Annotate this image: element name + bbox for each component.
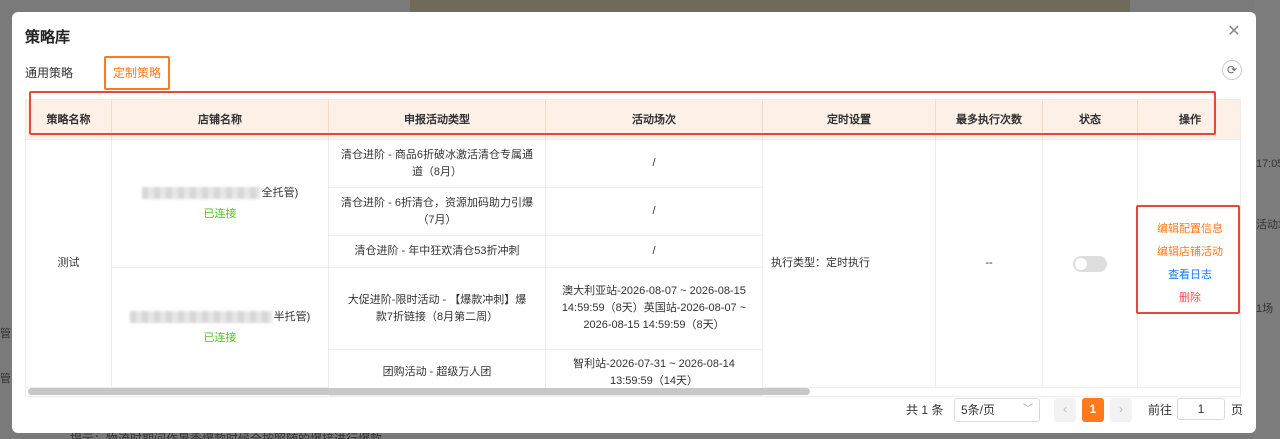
background-session-text: 活动场 <box>1256 219 1280 231</box>
schedule-cell: 执行类型：定时执行 <box>763 140 936 388</box>
activity-type-cell: 大促进阶-限时活动 - 【爆款冲刺】爆款7折链接（8月第二周） <box>329 268 546 350</box>
goto-label: 前往 <box>1148 403 1173 417</box>
activity-session-cell: / <box>546 236 763 268</box>
activity-type-cell: 清仓进阶 - 年中狂欢清仓53折冲刺 <box>329 236 546 268</box>
refresh-icon[interactable]: ⟳ <box>1222 60 1242 80</box>
table-header: 策略名称 店铺名称 申报活动类型 活动场次 定时设置 最多执行次数 状态 操作 <box>26 100 1240 140</box>
column-header-actions: 操作 <box>1179 114 1201 126</box>
strategy-table: 策略名称 店铺名称 申报活动类型 活动场次 定时设置 最多执行次数 状态 操作 … <box>25 99 1241 397</box>
status-cell <box>1043 140 1138 388</box>
close-icon[interactable]: ✕ <box>1226 24 1242 40</box>
chevron-down-icon: ﹀ <box>1023 404 1033 415</box>
goto-page-input[interactable] <box>1177 398 1225 420</box>
activity-type-cell: 清仓进阶 - 商品6折破冰激活清仓专属通道（8月） <box>329 140 546 188</box>
current-page-button[interactable]: 1 <box>1082 398 1104 422</box>
max-runs-cell: -- <box>936 140 1043 388</box>
background-left-text: 管 <box>0 373 11 385</box>
page-size-value: 5条/页 <box>961 403 996 417</box>
page-size-select[interactable]: 5条/页 ﹀ <box>954 398 1040 422</box>
shop-name: 全托管) <box>141 185 299 202</box>
goto-unit: 页 <box>1231 403 1244 417</box>
status-toggle[interactable] <box>1073 255 1107 272</box>
column-header-schedule: 定时设置 <box>763 100 936 140</box>
background-time-text: 17:05 <box>1256 158 1280 170</box>
modal-title: 策略库 <box>25 29 71 46</box>
column-header-shop-name: 店铺名称 <box>112 100 329 140</box>
shop-cell: 全托管) 已连接 <box>112 140 329 268</box>
activity-type-cell: 清仓进阶 - 6折清仓，资源加码助力引爆（7月） <box>329 188 546 236</box>
strategy-name-cell: 测试 <box>26 140 112 388</box>
next-page-button[interactable]: › <box>1110 398 1132 422</box>
activity-session-cell: / <box>546 188 763 236</box>
horizontal-scrollbar[interactable] <box>28 388 810 395</box>
redacted-shop-name <box>129 311 272 323</box>
activity-session-cell: 澳大利亚站-2026-08-07 ~ 2026-08-15 14:59:59（8… <box>546 268 763 350</box>
shop-name: 半托管) <box>129 309 311 326</box>
background-count-text: 1场 <box>1256 303 1274 315</box>
tab-general-strategy[interactable]: 通用策略 <box>25 56 85 90</box>
shop-connection-status: 已连接 <box>203 207 237 220</box>
edit-config-link[interactable]: 编辑配置信息 <box>1157 221 1223 238</box>
shop-connection-status: 已连接 <box>203 331 237 344</box>
view-log-link[interactable]: 查看日志 <box>1168 267 1212 284</box>
column-header-activity-session: 活动场次 <box>546 100 763 140</box>
edit-shop-activity-link[interactable]: 编辑店铺活动 <box>1157 244 1223 261</box>
pagination-total: 共 1 条 <box>906 403 944 417</box>
shop-name-suffix: 全托管) <box>261 186 299 199</box>
column-header-activity-type: 申报活动类型 <box>329 100 546 140</box>
redacted-shop-name <box>141 187 260 199</box>
column-header-max-runs: 最多执行次数 <box>936 100 1043 140</box>
prev-page-button[interactable]: ‹ <box>1054 398 1076 422</box>
activity-session-cell: / <box>546 140 763 188</box>
column-header-status: 状态 <box>1043 100 1138 140</box>
shop-name-suffix: 半托管) <box>273 310 311 323</box>
delete-link[interactable]: 删除 <box>1179 290 1201 307</box>
tab-custom-strategy[interactable]: 定制策略 <box>104 56 170 90</box>
background-left-text: 管 <box>0 328 11 340</box>
column-header-strategy-name: 策略名称 <box>26 100 112 140</box>
strategy-library-modal: 策略库 ✕ 通用策略 定制策略 ⟳ 策略名称 店铺名称 申报活动类型 活动场次 … <box>12 12 1256 433</box>
shop-cell: 半托管) 已连接 <box>112 268 329 388</box>
actions-cell: 编辑配置信息 编辑店铺活动 查看日志 删除 <box>1138 140 1240 388</box>
